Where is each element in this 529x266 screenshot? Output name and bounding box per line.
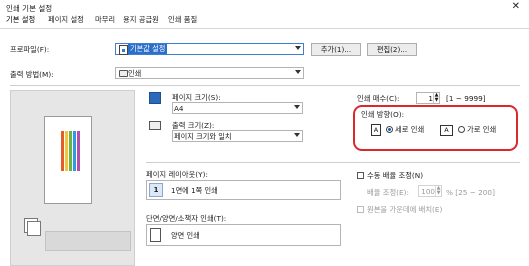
output-size-value: 페이지 크기와 일치 <box>174 132 232 141</box>
orientation-label: 인쇄 방향(O): <box>361 110 405 119</box>
page-size-icon <box>149 92 161 104</box>
scale-label: 배율 조정(E): <box>367 188 409 197</box>
copies-icon-back <box>27 221 41 236</box>
chevron-down-icon <box>295 70 301 74</box>
title-bar: 인쇄 기본 설정 ✕ <box>0 0 529 14</box>
center-checkbox[interactable] <box>357 206 364 213</box>
tab-print-quality[interactable]: 인쇄 품질 <box>168 15 197 25</box>
stepper-arrows-icon[interactable]: ▲ ▼ <box>435 186 441 196</box>
layout-icon: 1 <box>149 183 163 197</box>
landscape-radio[interactable] <box>458 126 465 133</box>
page-layout-label: 페이지 레이아웃(Y): <box>146 170 208 179</box>
page-size-value: A4 <box>174 104 184 113</box>
profile-select[interactable]: 기본값 설정 <box>115 43 304 55</box>
manual-scaling-label[interactable]: 수동 배율 조정(N) <box>367 171 423 181</box>
chevron-down-icon <box>294 133 300 137</box>
profile-value: 기본값 설정 <box>128 44 168 54</box>
portrait-radio[interactable] <box>386 126 393 133</box>
document-preview <box>44 116 92 204</box>
page-size-select[interactable]: A4 <box>172 102 303 114</box>
manual-scaling-checkbox[interactable] <box>357 172 364 179</box>
scale-range: % [25 ~ 200] <box>446 188 495 197</box>
output-method-value: 인쇄 <box>128 69 142 78</box>
chevron-down-icon <box>294 105 300 109</box>
copies-label: 인쇄 매수(C): <box>357 94 400 103</box>
add-profile-button[interactable]: 추가(1)... <box>311 43 361 56</box>
duplex-select[interactable]: 양면 인쇄 <box>146 224 341 246</box>
copies-range: [1 ~ 9999] <box>446 94 486 103</box>
output-method-select[interactable]: 인쇄 <box>115 67 304 79</box>
output-method-label: 출력 방법(M): <box>10 70 54 79</box>
close-icon[interactable]: ✕ <box>512 1 520 12</box>
tab-page-settings[interactable]: 페이지 설정 <box>48 15 84 25</box>
scale-value: 100 <box>421 187 435 196</box>
tab-divider <box>0 28 529 29</box>
chevron-down-icon <box>295 46 301 50</box>
profile-icon <box>119 45 128 55</box>
tab-paper-source[interactable]: 용지 공급원 <box>123 15 159 25</box>
stepper-arrows-icon[interactable]: ▲ ▼ <box>433 93 439 103</box>
duplex-value: 양면 인쇄 <box>171 231 200 240</box>
center-label: 원본을 가운데에 배치(E) <box>367 205 443 214</box>
window-title: 인쇄 기본 설정 <box>6 4 53 13</box>
portrait-label[interactable]: 세로 인쇄 <box>395 125 424 135</box>
duplex-icon <box>150 228 161 242</box>
page-layout-select[interactable]: 1 1면에 1쪽 인쇄 <box>146 180 341 200</box>
printer-icon <box>119 70 128 77</box>
scale-stepper[interactable]: 100 ▲ ▼ <box>418 185 442 197</box>
tab-bar: 기본 설정 페이지 설정 마무리 용지 공급원 인쇄 품질 <box>0 14 529 28</box>
landscape-icon: A <box>440 125 453 136</box>
portrait-icon: A <box>371 124 381 136</box>
output-size-select[interactable]: 페이지 크기와 일치 <box>172 130 303 142</box>
landscape-label[interactable]: 가로 인쇄 <box>467 125 496 135</box>
tab-finishing[interactable]: 마무리 <box>95 15 115 25</box>
profile-label: 프로파일(F): <box>10 45 50 54</box>
separator <box>10 85 520 86</box>
copies-stepper[interactable]: 1 ▲ ▼ <box>416 92 440 104</box>
duplex-label: 단면/양면/소책자 인쇄(T): <box>146 214 227 223</box>
page-layout-value: 1면에 1쪽 인쇄 <box>171 186 218 195</box>
preview-panel <box>10 90 135 266</box>
separator <box>146 162 520 163</box>
view-toggle-group[interactable] <box>45 231 131 251</box>
output-size-icon <box>149 121 161 130</box>
tab-basic-settings[interactable]: 기본 설정 <box>6 15 35 25</box>
edit-profile-button[interactable]: 편집(2)... <box>367 43 417 56</box>
